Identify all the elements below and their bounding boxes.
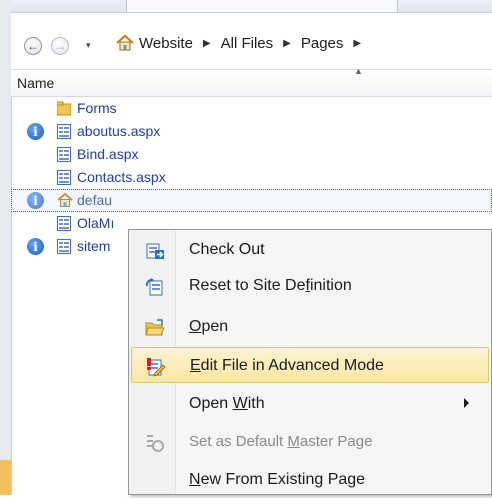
list-item-label: Bind.aspx	[77, 146, 139, 162]
sort-ascending-icon: ▲	[354, 66, 363, 76]
back-arrow-icon: ←	[27, 39, 39, 53]
aspx-page-icon	[57, 124, 71, 139]
info-icon: i	[27, 192, 44, 209]
menu-item-label: Open With	[189, 395, 265, 412]
list-item-bind[interactable]: Bind.aspx	[11, 143, 492, 166]
edit-advanced-icon	[147, 358, 166, 377]
open-folder-icon	[145, 319, 165, 336]
breadcrumb: Website ▶ All Files ▶ Pages ▶	[115, 33, 371, 53]
menu-item-reset-to-site-definition[interactable]: Reset to Site Definition	[131, 268, 489, 304]
list-item-label: defau	[77, 192, 113, 208]
info-icon: i	[27, 123, 44, 140]
menu-item-label: New From Existing Page	[189, 471, 366, 488]
menu-item-open[interactable]: Open	[131, 309, 489, 345]
list-item-label: aboutus.aspx	[77, 123, 161, 139]
aspx-page-icon	[57, 147, 71, 162]
menu-item-label: Edit File in Advanced Mode	[190, 357, 384, 374]
list-item-label: Forms	[77, 100, 117, 116]
menu-item-label: Reset to Site Definition	[189, 277, 352, 294]
submenu-arrow-icon	[464, 398, 469, 408]
menu-item-label: Open	[189, 318, 229, 335]
folder-icon	[57, 101, 71, 116]
check-out-icon	[146, 243, 164, 259]
aspx-page-icon	[57, 239, 71, 254]
list-item-default[interactable]: i defau	[11, 189, 492, 212]
history-dropdown-icon[interactable]: ▾	[86, 40, 91, 51]
menu-item-open-with[interactable]: Open With	[131, 386, 489, 422]
list-item-label: Contacts.aspx	[77, 169, 166, 185]
gutter-accent	[0, 460, 11, 495]
aspx-page-icon	[57, 170, 71, 185]
list-item-label: OlaMı	[77, 215, 115, 231]
set-default-master-icon	[147, 435, 164, 452]
forward-button[interactable]: →	[51, 37, 69, 55]
back-button[interactable]: ←	[24, 37, 42, 55]
list-item-label: sitem	[77, 238, 111, 254]
column-header-label: Name	[17, 75, 55, 91]
menu-item-edit-file-in-advanced-mode[interactable]: Edit File in Advanced Mode	[131, 347, 489, 383]
address-bar: ← → ▾ Website ▶ All Files ▶ Pages ▶	[11, 13, 492, 70]
tab-strip	[11, 0, 492, 13]
list-item-contacts[interactable]: Contacts.aspx	[11, 166, 492, 189]
menu-item-label: Check Out	[189, 241, 265, 258]
menu-item-check-out[interactable]: Check Out	[131, 232, 489, 268]
menu-item-new-from-existing-page[interactable]: New From Existing Page	[131, 462, 489, 498]
breadcrumb-separator-icon[interactable]: ▶	[203, 38, 211, 49]
reset-site-definition-icon	[145, 278, 163, 296]
breadcrumb-all-files[interactable]: All Files	[221, 35, 274, 52]
menu-item-set-as-default-master-page[interactable]: Set as Default Master Page	[131, 424, 489, 460]
forward-arrow-icon: →	[54, 39, 66, 53]
home-page-icon	[57, 192, 73, 207]
breadcrumb-separator-icon[interactable]: ▶	[283, 38, 291, 49]
home-icon[interactable]	[115, 33, 135, 53]
context-menu: Check Out Reset to Site Definition Open …	[128, 229, 492, 495]
info-icon: i	[27, 238, 44, 255]
menu-item-label: Set as Default Master Page	[189, 433, 373, 450]
breadcrumb-separator-icon[interactable]: ▶	[353, 38, 361, 49]
aspx-page-icon	[57, 216, 71, 231]
tab[interactable]	[126, 0, 398, 12]
breadcrumb-pages[interactable]: Pages	[301, 35, 344, 52]
list-item-forms[interactable]: Forms	[11, 97, 492, 120]
list-item-aboutus[interactable]: i aboutus.aspx	[11, 120, 492, 143]
column-header-name[interactable]: Name ▲	[11, 66, 492, 97]
breadcrumb-website[interactable]: Website	[139, 35, 193, 52]
